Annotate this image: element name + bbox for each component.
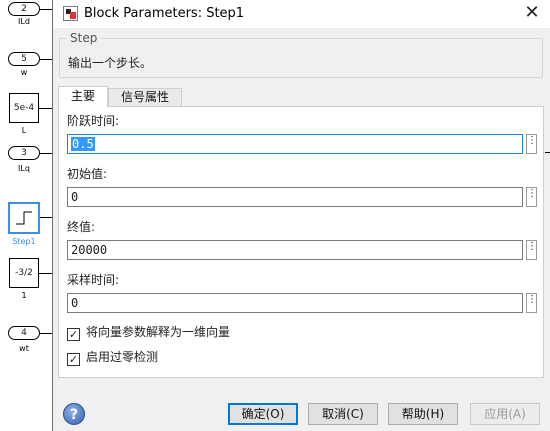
block-description-group: Step 输出一个步长。 (59, 31, 543, 78)
signal-line (545, 152, 550, 153)
step-icon (16, 211, 32, 225)
signal-line (40, 9, 52, 10)
interpret-vector-checkbox[interactable]: ✓ (67, 328, 80, 341)
block-label-step1: Step1 (12, 237, 36, 246)
constant-block-l[interactable]: 5e-4 (9, 93, 39, 123)
zero-crossing-checkbox-row[interactable]: ✓ 启用过零检测 (67, 348, 158, 366)
signal-line (40, 217, 52, 218)
inport-block-ild[interactable]: 2 (8, 2, 40, 16)
close-button[interactable]: ✕ (522, 4, 542, 24)
interpret-vector-label: 将向量参数解释为一维向量 (86, 325, 231, 339)
cancel-button[interactable]: 取消(C) (308, 403, 378, 425)
tab-signal-attributes[interactable]: 信号属性 (108, 88, 182, 107)
block-label-ilq: ILq (18, 164, 30, 173)
help-button[interactable]: 帮助(H) (388, 403, 458, 425)
sample-time-label: 采样时间: (67, 273, 120, 287)
initial-value-label: 初始值: (67, 167, 108, 181)
final-value-label: 终值: (67, 220, 96, 234)
block-label-1: 1 (21, 291, 27, 300)
simulink-canvas: 2 ILd 5 w 5e-4 L 3 ILq Step1 -3/2 1 4 wt (0, 0, 52, 431)
help-icon[interactable]: ? (63, 403, 85, 425)
zero-crossing-checkbox[interactable]: ✓ (67, 353, 80, 366)
step-time-label: 阶跃时间: (67, 114, 120, 128)
constant-block-neg3-2[interactable]: -3/2 (9, 258, 39, 288)
dialog-title: Block Parameters: Step1 (84, 6, 245, 21)
signal-line (40, 333, 52, 334)
signal-line (40, 153, 52, 154)
step-block[interactable] (8, 202, 40, 234)
sample-time-input[interactable]: 0 (67, 293, 523, 313)
signal-line (39, 273, 52, 274)
apply-button[interactable]: 应用(A) (470, 403, 540, 425)
interpret-vector-checkbox-row[interactable]: ✓ 将向量参数解释为一维向量 (67, 323, 230, 341)
step-time-menu-button[interactable]: ⋮ (526, 134, 537, 154)
zero-crossing-label: 启用过零检测 (86, 350, 159, 364)
block-description: 输出一个步长。 (68, 56, 153, 70)
close-icon: ✕ (524, 2, 540, 23)
final-value-input[interactable]: 20000 (67, 240, 523, 260)
ok-button[interactable]: 确定(O) (228, 403, 298, 425)
initial-value-input[interactable]: 0 (67, 187, 523, 207)
block-label-ild: ILd (18, 17, 30, 26)
group-legend: Step (67, 31, 101, 45)
inport-block-wt[interactable]: 4 (8, 326, 40, 340)
inport-block-w[interactable]: 5 (8, 52, 40, 66)
title-bar[interactable]: Block Parameters: Step1 ✕ (53, 0, 550, 28)
simulink-block-icon (63, 6, 78, 21)
final-value-menu-button[interactable]: ⋮ (526, 240, 537, 260)
tab-main[interactable]: 主要 (58, 86, 108, 107)
step-time-input[interactable]: 0.5 (67, 134, 523, 154)
block-parameters-dialog: Block Parameters: Step1 ✕ Step 输出一个步长。 主… (52, 0, 550, 431)
inport-block-ilq[interactable]: 3 (8, 146, 40, 160)
block-label-wt: wt (19, 344, 29, 353)
signal-line (40, 59, 52, 60)
parameters-panel: 阶跃时间: 0.5 ⋮ 初始值: 0 ⋮ 终值: 20000 ⋮ 采样时间: 0… (58, 106, 544, 378)
sample-time-menu-button[interactable]: ⋮ (526, 293, 537, 313)
block-label-w: w (20, 68, 28, 77)
initial-value-menu-button[interactable]: ⋮ (526, 187, 537, 207)
signal-line (39, 108, 52, 109)
block-label-l: L (21, 126, 27, 135)
